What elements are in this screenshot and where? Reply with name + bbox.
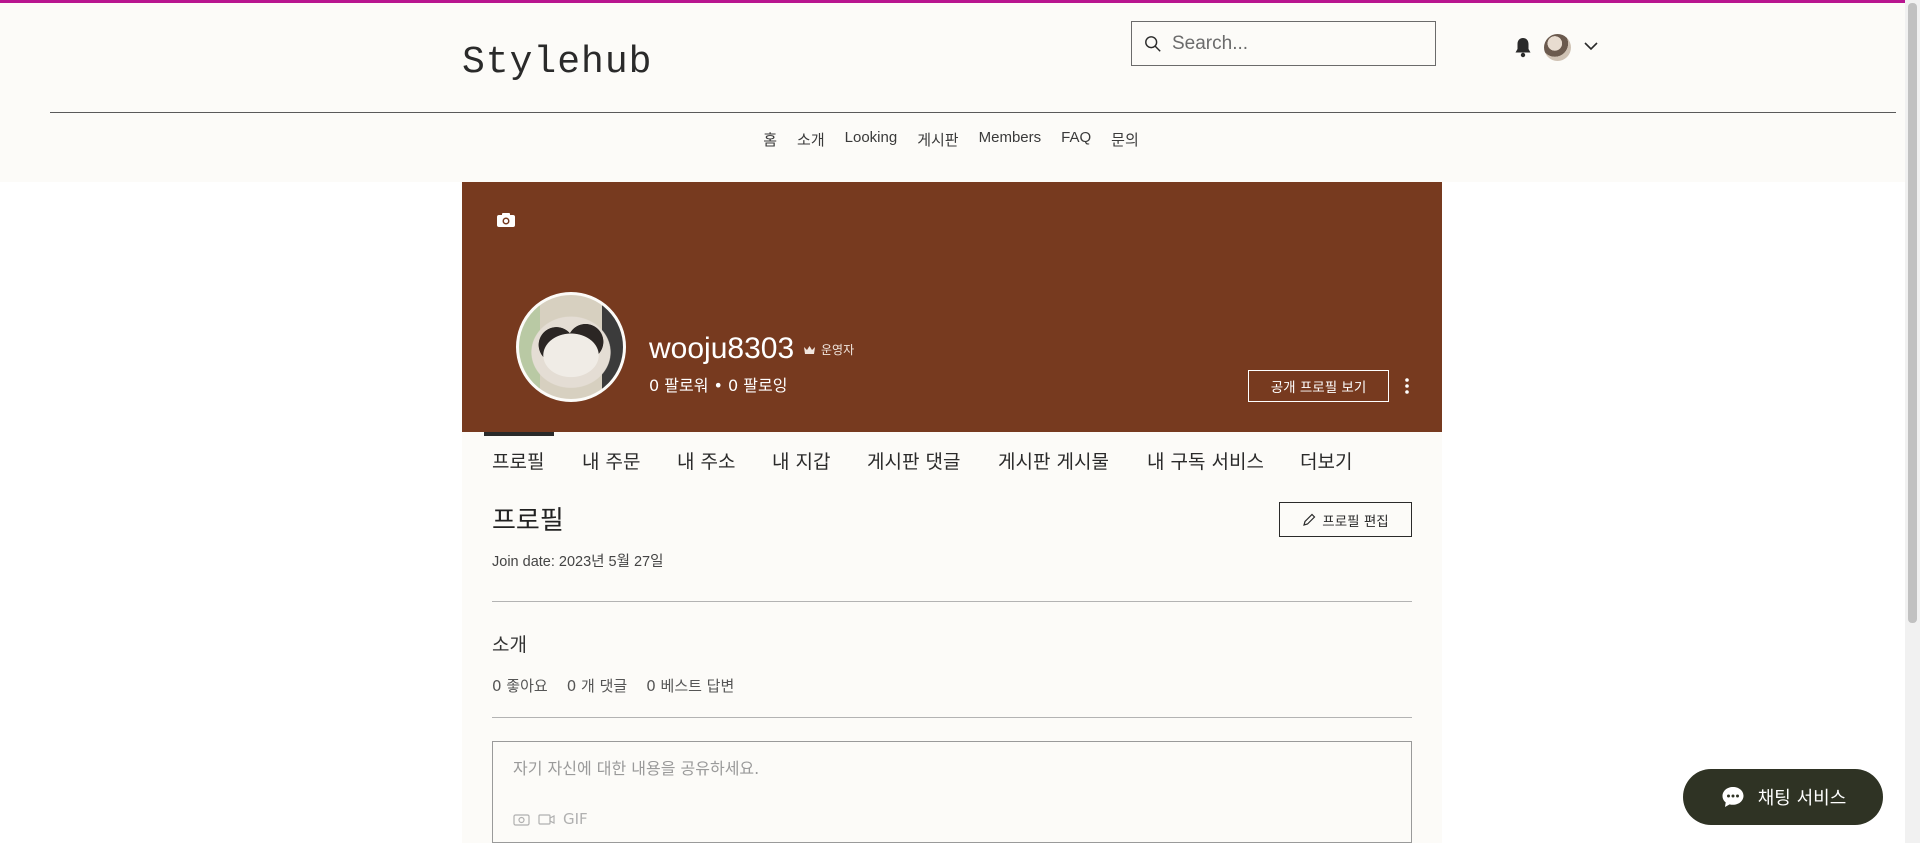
site-header: Stylehub 홈 소개 Looking 게시판 Members FAQ 문의 [0,3,1920,182]
page-scrollbar[interactable] [1905,0,1920,843]
tab-more[interactable]: 더보기 [1300,447,1352,474]
gif-button[interactable]: GIF [563,810,588,828]
video-icon[interactable] [538,812,555,826]
about-title: 소개 [492,634,527,656]
tab-my-subscriptions[interactable]: 내 구독 서비스 [1147,447,1264,474]
nav-item-board[interactable]: 게시판 [917,129,958,150]
search-box[interactable] [1131,21,1436,66]
scrollbar-thumb[interactable] [1908,3,1917,623]
likes-count: 0 좋아요 [492,677,548,695]
role-label: 운영자 [821,343,855,357]
site-logo[interactable]: Stylehub [462,41,652,84]
pencil-icon [1303,513,1316,526]
edit-profile-label: 프로필 편집 [1322,513,1389,530]
camera-icon[interactable] [496,212,516,228]
nav-item-contact[interactable]: 문의 [1111,129,1139,150]
camera-icon[interactable] [513,812,530,826]
tab-my-addresses[interactable]: 내 주소 [677,447,735,474]
edit-profile-button[interactable]: 프로필 편집 [1279,502,1412,537]
nav-item-faq[interactable]: FAQ [1061,129,1091,150]
tab-profile[interactable]: 프로필 [492,447,544,474]
search-icon [1145,35,1161,52]
notification-bell-icon[interactable] [1513,36,1533,58]
tab-my-orders[interactable]: 내 주문 [582,447,640,474]
profile-avatar[interactable] [516,292,626,402]
section-title: 프로필 [492,506,564,536]
activity-stats: 0 좋아요 0 개 댓글 0 베스트 답변 [492,675,734,696]
more-options-icon[interactable] [1404,376,1410,396]
tab-my-wallet[interactable]: 내 지갑 [772,447,830,474]
profile-username: wooju8303 [649,332,795,365]
divider [492,601,1412,602]
divider [492,717,1412,718]
nav-item-looking[interactable]: Looking [845,129,898,150]
composer-placeholder: 자기 자신에 대한 내용을 공유하세요. [513,759,760,778]
user-avatar[interactable] [1544,34,1571,61]
composer-toolbar: GIF [513,810,588,828]
tab-board-comments[interactable]: 게시판 댓글 [867,447,960,474]
profile-tabs: 프로필 내 주문 내 주소 내 지갑 게시판 댓글 게시판 게시물 내 구독 서… [462,432,1442,482]
best-answers-count: 0 베스트 답변 [646,677,735,695]
view-public-profile-button[interactable]: 공개 프로필 보기 [1248,370,1389,402]
header-divider [50,112,1896,113]
nav-item-home[interactable]: 홈 [763,129,777,150]
crown-icon [804,345,815,354]
chat-bubble-icon [1722,787,1744,807]
follow-stats[interactable]: 0 팔로워 • 0 팔로잉 [649,372,787,396]
about-composer[interactable]: 자기 자신에 대한 내용을 공유하세요. GIF [492,741,1412,843]
chat-service-button[interactable]: 채팅 서비스 [1683,769,1883,825]
join-date: Join date: 2023년 5월 27일 [492,554,664,570]
chat-service-label: 채팅 서비스 [1757,788,1847,809]
comments-count: 0 개 댓글 [566,677,628,695]
active-tab-indicator [484,432,554,436]
nav-item-about[interactable]: 소개 [797,129,825,150]
profile-cover: wooju8303 운영자 0 팔로워 • 0 팔로잉 공개 프로필 보기 [462,182,1442,432]
search-input[interactable] [1172,32,1412,55]
tab-board-posts[interactable]: 게시판 게시물 [998,447,1109,474]
nav-item-members[interactable]: Members [979,129,1042,150]
chevron-down-icon[interactable] [1583,40,1599,52]
role-badge: 운영자 [803,341,854,358]
main-nav: 홈 소개 Looking 게시판 Members FAQ 문의 [0,129,1902,150]
